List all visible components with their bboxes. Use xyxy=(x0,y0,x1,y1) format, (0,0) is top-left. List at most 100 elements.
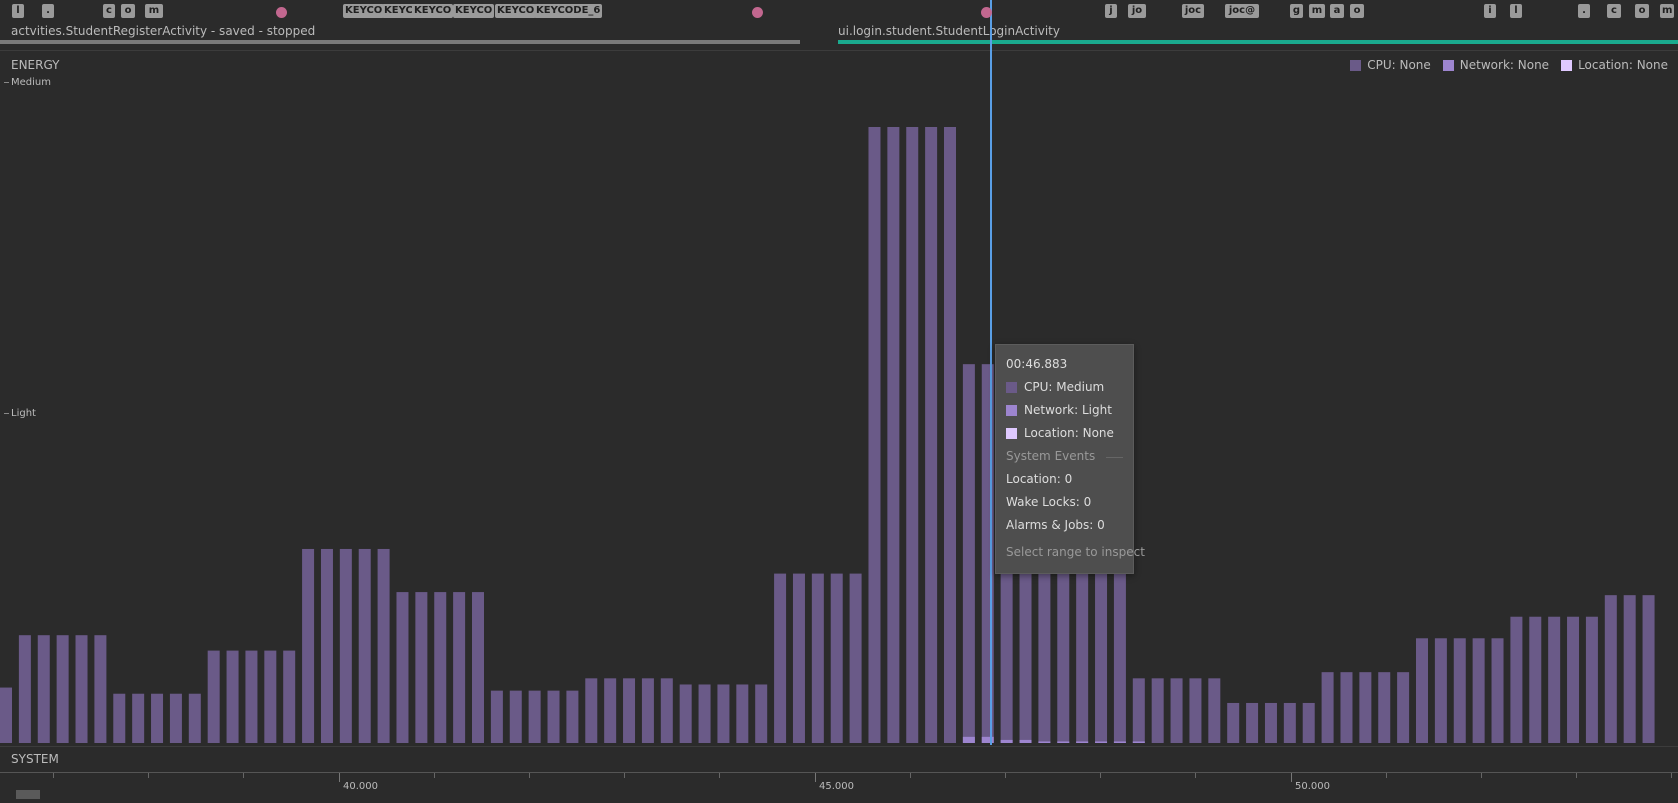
energy-bar-cpu xyxy=(830,573,843,743)
tooltip-hint: Select range to inspect xyxy=(1006,545,1145,559)
energy-bar-cpu xyxy=(1378,672,1391,743)
system-panel[interactable]: SYSTEM 40.000 45.000 50.000 xyxy=(0,746,1678,802)
key-event-marker[interactable]: g xyxy=(1290,4,1303,18)
energy-panel[interactable]: ENERGY CPU: None Network: None Location:… xyxy=(0,51,1678,746)
legend-label-location: Location: None xyxy=(1578,58,1668,72)
activity-bar-register[interactable] xyxy=(0,40,800,44)
key-event-marker[interactable]: KEYCO xyxy=(343,4,385,18)
energy-bar-cpu xyxy=(1548,616,1561,743)
energy-bar-cpu xyxy=(1038,573,1051,743)
tooltip-swatch-network xyxy=(1006,404,1017,416)
axis-major-tick xyxy=(339,773,340,782)
key-event-marker[interactable]: m xyxy=(1309,4,1325,18)
energy-bar-cpu xyxy=(75,635,88,743)
key-event-marker[interactable]: c xyxy=(103,4,115,18)
energy-bar-cpu xyxy=(320,548,333,743)
activity-label-login[interactable]: ui.login.student.StudentLoginActivity xyxy=(838,24,1060,38)
key-event-marker[interactable]: m xyxy=(145,4,163,18)
energy-bar-cpu xyxy=(925,127,938,743)
key-event-marker[interactable]: j xyxy=(1105,4,1117,18)
legend-swatch-location xyxy=(1561,59,1573,71)
activity-label-register[interactable]: actvities.StudentRegisterActivity - save… xyxy=(11,24,315,38)
energy-bar-cpu xyxy=(1227,702,1240,743)
key-event-marker[interactable]: KEYCO xyxy=(412,4,454,18)
axis-tick-label: 45.000 xyxy=(819,781,854,792)
energy-tooltip: 00:46.883 CPU: Medium Network: Light Loc… xyxy=(995,344,1145,574)
energy-bar-cpu xyxy=(207,650,220,743)
energy-bar-cpu xyxy=(1567,616,1580,743)
key-event-marker[interactable]: KEYCODE_6 xyxy=(534,4,603,18)
axis-minor-tick xyxy=(434,773,435,778)
legend-swatch-network xyxy=(1442,59,1454,71)
key-event-marker[interactable]: o xyxy=(1350,4,1364,18)
energy-bar-cpu xyxy=(377,548,390,743)
energy-bar-cpu xyxy=(1453,638,1466,743)
tooltip-swatch-cpu xyxy=(1006,381,1017,393)
time-axis: 40.000 45.000 50.000 xyxy=(0,772,1678,803)
energy-bar-cpu xyxy=(1604,595,1617,743)
energy-bar-cpu xyxy=(641,678,654,743)
energy-bar-network xyxy=(1113,741,1126,743)
key-event-marker[interactable]: KEYC xyxy=(382,4,415,18)
key-event-marker[interactable]: joc xyxy=(1182,4,1204,18)
energy-bar-cpu xyxy=(1434,638,1447,743)
key-event-marker[interactable]: KEYCO xyxy=(453,4,495,18)
energy-bar-cpu xyxy=(188,693,201,743)
energy-chart[interactable] xyxy=(0,51,1678,746)
energy-bar-cpu xyxy=(415,592,428,743)
legend-item-cpu: CPU: None xyxy=(1350,58,1431,72)
key-event-marker[interactable]: jo xyxy=(1128,4,1146,18)
horizontal-scrollbar-thumb[interactable] xyxy=(16,790,40,799)
energy-bar-cpu xyxy=(396,592,409,743)
energy-bar-network xyxy=(1057,741,1070,743)
tooltip-row-network: Network: Light xyxy=(1006,403,1112,417)
tooltip-label-cpu: CPU: Medium xyxy=(1024,380,1105,394)
key-event-marker[interactable]: joc@ xyxy=(1225,4,1259,18)
key-event-marker[interactable]: . xyxy=(42,4,54,18)
energy-bar-network xyxy=(1076,741,1089,743)
energy-bar-cpu xyxy=(623,678,636,743)
energy-bar-cpu xyxy=(906,127,919,743)
y-tick-light xyxy=(4,413,9,414)
energy-bar-cpu xyxy=(37,635,50,743)
axis-minor-tick xyxy=(1576,773,1577,778)
key-event-marker[interactable]: KEYCO xyxy=(495,4,537,18)
touch-event-marker[interactable] xyxy=(276,7,287,18)
key-event-marker[interactable]: l xyxy=(12,4,24,18)
key-event-marker[interactable]: m xyxy=(1660,4,1675,18)
tooltip-label-network: Network: Light xyxy=(1024,403,1112,417)
time-cursor-line[interactable] xyxy=(990,0,992,745)
tooltip-divider xyxy=(1106,457,1123,458)
energy-bar-cpu xyxy=(849,573,862,743)
touch-event-marker[interactable] xyxy=(752,7,763,18)
key-event-marker[interactable]: i xyxy=(1484,4,1496,18)
energy-bar-cpu xyxy=(1472,638,1485,743)
energy-bar-cpu xyxy=(358,548,371,743)
legend-swatch-cpu xyxy=(1350,59,1362,71)
axis-tick-label: 50.000 xyxy=(1295,781,1330,792)
touch-event-marker xyxy=(981,7,992,18)
key-event-marker[interactable]: c xyxy=(1607,4,1621,18)
key-event-marker[interactable]: . xyxy=(1578,4,1590,18)
key-event-marker[interactable]: a xyxy=(1330,4,1344,18)
energy-bar-cpu xyxy=(868,127,881,743)
energy-bar-cpu xyxy=(547,690,560,743)
energy-bar-cpu xyxy=(1623,595,1636,743)
key-event-marker[interactable]: o xyxy=(1635,4,1649,18)
energy-bar-cpu xyxy=(1510,616,1523,743)
energy-bar-cpu xyxy=(490,690,503,743)
activity-bar-login[interactable] xyxy=(838,40,1678,44)
axis-minor-tick xyxy=(1195,773,1196,778)
legend-item-network: Network: None xyxy=(1442,58,1549,72)
energy-bar-cpu xyxy=(1340,672,1353,743)
energy-bar-cpu xyxy=(792,573,805,743)
energy-bar-cpu xyxy=(774,573,787,743)
y-tick-medium xyxy=(4,82,9,83)
energy-bar-cpu xyxy=(944,127,956,743)
key-event-marker[interactable]: o xyxy=(121,4,135,18)
key-event-marker[interactable]: l xyxy=(1510,4,1522,18)
energy-bar-cpu xyxy=(755,684,768,743)
tooltip-event-alarms: Alarms & Jobs: 0 xyxy=(1006,518,1105,532)
energy-bar-cpu xyxy=(264,650,277,743)
energy-bar-cpu xyxy=(1057,573,1070,743)
